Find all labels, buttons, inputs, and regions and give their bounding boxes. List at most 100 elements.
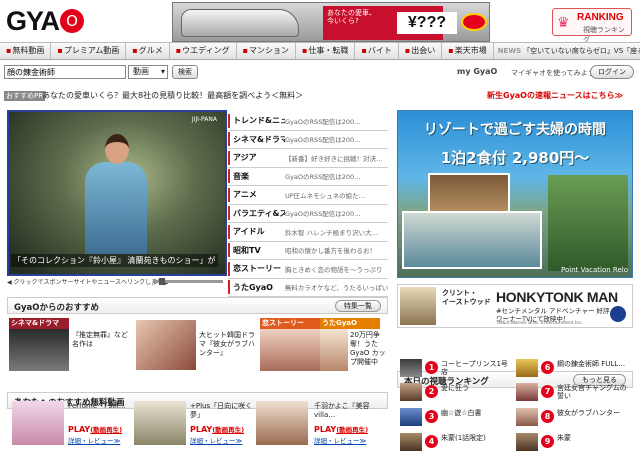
resort-bath-photo [402, 211, 542, 269]
breaking-news-link[interactable]: 新生GyaOの速報ニュースはこちら≫ [487, 90, 623, 101]
nav-job[interactable]: 仕事・転職 [296, 43, 356, 59]
recommend-card[interactable] [136, 318, 196, 372]
top-banner-ad[interactable]: あなたの愛車、 今いくら? ¥??? [172, 2, 490, 42]
mygyao-message[interactable]: マイギャオを使ってみよう [511, 68, 595, 78]
category-desc[interactable]: GyaOのRSS配信は200… [285, 171, 361, 181]
category-desc[interactable]: UP圧ムネモシュネの娘た… [285, 190, 365, 200]
video-title[interactable]: +Plus「日向に咲く夢」 [190, 402, 258, 420]
player-control-text[interactable]: ◀ クリックでスポンサーサイトやニュースへリンクします ▶ [7, 279, 170, 286]
category-desc[interactable]: 無料カラオケなど、うたるいっぱい [285, 282, 388, 292]
category-desc[interactable]: GyaOのRSS配信は200… [285, 208, 361, 218]
movie-ad[interactable]: クリント・ イーストウッド HONKYTONK MAN #センチメンタル アドベ… [397, 284, 633, 328]
rank-number: 3 [425, 410, 438, 423]
category-item[interactable]: アイドル 鈴木智 ハレンチ極まり沢い大… [228, 223, 388, 242]
player-controls: ◀ クリックでスポンサーサイトやニュースへリンクします ▶ [7, 277, 227, 287]
logo-o: O [60, 9, 85, 33]
nav-premium[interactable]: プレミアム動画 [51, 43, 127, 59]
gyao-logo[interactable]: GYA O [6, 4, 98, 38]
ranking-thumbnail [400, 359, 422, 377]
rank-number: 4 [425, 435, 438, 448]
detail-link[interactable]: 詳細・レビュー≫ [68, 435, 120, 445]
movie-actor-line2: イーストウッド [442, 298, 491, 306]
ranking-thumbnail [516, 383, 538, 401]
search-input[interactable] [4, 65, 126, 79]
category-item[interactable]: シネマ&ドラマ GyaOのRSS配信は200… [228, 131, 388, 149]
special-list-button[interactable]: 特集一覧 [335, 300, 381, 312]
login-button[interactable]: ログイン [590, 65, 634, 79]
rank-number: 2 [425, 385, 438, 398]
category-desc[interactable]: 鈴木智 ハレンチ極まり沢い大… [285, 227, 378, 237]
nav-gourmet[interactable]: グルメ [126, 43, 170, 59]
category-name: 恋ストーリー [233, 264, 281, 274]
card-text[interactable]: 20万円争奪！うたGyaO カップ開催中 [350, 331, 388, 367]
ranking-title-link[interactable]: 鋼の錬金術師 FULL… [557, 360, 627, 368]
detail-link[interactable]: 詳細・レビュー≫ [314, 435, 366, 445]
ranking-item[interactable]: 3 幽☆遊☆白書 [400, 407, 512, 427]
card-header: 恋ストーリー [260, 318, 320, 329]
category-desc[interactable]: GyaOのRSS配信は200… [285, 134, 361, 144]
ranking-title-link[interactable]: 宮廷女官チャングムの誓い [557, 384, 627, 400]
ad-question: あなたの愛車、 今いくら? [327, 9, 376, 25]
resort-ad[interactable]: リゾートで過ごす夫婦の時間 1泊2食付 2,980円〜 Point Vacati… [397, 110, 633, 278]
nav-deai[interactable]: 出会い [399, 43, 443, 59]
ranking-item[interactable]: 6 鋼の錬金術師 FULL… [516, 358, 628, 378]
volume-knob[interactable] [159, 278, 165, 285]
nav-wedding[interactable]: ウエディング [170, 43, 237, 59]
video-thumbnail[interactable] [134, 401, 186, 445]
card-image [9, 329, 69, 371]
category-desc[interactable]: 胸ときめく恋の物語を〜うっぷり [285, 264, 383, 274]
ranking-item[interactable]: 9 朱蒙 [516, 432, 628, 452]
recommend-card[interactable]: シネマ&ドラマ [9, 318, 69, 372]
mygyao-logo[interactable]: my GyaO [457, 67, 497, 76]
category-item[interactable]: バラエティ&スポーツGyaOのRSS配信は200… [228, 205, 388, 223]
nav-mansion[interactable]: マンション [237, 43, 297, 59]
card-text[interactable]: 『推定無罪』など名作は [72, 331, 128, 349]
ranking-item[interactable]: 7 宮廷女官チャングムの誓い [516, 382, 628, 402]
video-thumbnail[interactable] [256, 401, 308, 445]
video-caption: 「そのコレクション『鈴小屋』 清蘭苑きものショー」が [11, 254, 218, 267]
nav-free-video[interactable]: 無料動画 [0, 43, 52, 59]
nav-rakuten[interactable]: 楽天市場 [442, 43, 494, 59]
category-item[interactable]: 音楽 GyaOのRSS配信は200… [228, 168, 388, 186]
ranking-item[interactable]: 1 コーヒープリンス1号店 [400, 358, 512, 378]
category-item[interactable]: アジア 【新番】好き好きに挑戦！対決… [228, 149, 388, 168]
card-text[interactable]: 大ヒット韓国ドラマ『彼女がラブハンター』 [199, 331, 255, 358]
video-thumbnail[interactable] [12, 401, 64, 445]
ranking-title-link[interactable]: 愛に狂う [441, 384, 511, 392]
category-name: 音楽 [233, 171, 249, 181]
category-desc[interactable]: 昭和の懐かし番方を後わるお！ [285, 245, 376, 255]
ranking-title-link[interactable]: コーヒープリンス1号店 [441, 360, 511, 376]
resort-headline: リゾートで過ごす夫婦の時間 [423, 122, 607, 138]
recommend-title: GyaOからのおすすめ [14, 303, 99, 313]
category-desc[interactable]: 【新番】好き好きに挑戦！対決… [285, 153, 383, 163]
category-desc[interactable]: GyaOのRSS配信は200… [285, 116, 361, 126]
movie-title: HONKYTONK MAN [496, 289, 618, 305]
ranking-title-link[interactable]: 彼女がラブハンター [557, 409, 627, 417]
ranking-item[interactable]: 8 彼女がラブハンター [516, 407, 628, 427]
play-link[interactable]: PLAY(動画再生) [314, 424, 368, 434]
category-item[interactable]: 恋ストーリー 胸ときめく恋の物語を〜うっぷり [228, 260, 388, 279]
resort-brand: Point Vacation Relo [561, 266, 628, 274]
category-item[interactable]: トレンド&ニュースGyaOのRSS配信は200… [228, 112, 388, 131]
ranking-title-link[interactable]: 朱蒙(1話限定) [441, 434, 511, 442]
video-title[interactable]: 千羽かよこ『美容villa… [314, 402, 382, 420]
detail-link[interactable]: 詳細・レビュー≫ [190, 435, 242, 445]
search-type-select[interactable]: 動画 [128, 65, 168, 79]
category-item[interactable]: うたGyaO 無料カラオケなど、うたるいっぱい [228, 279, 388, 297]
pr-link[interactable]: あなたの愛車いくら？最大8社の見積り比較！最高額を調べよう＜無料＞ [42, 90, 303, 101]
ranking-title-link[interactable]: 幽☆遊☆白書 [441, 409, 511, 417]
category-item[interactable]: アニメ UP圧ムネモシュネの娘た… [228, 186, 388, 205]
video-player[interactable]: JIJI-PANA 「そのコレクション『鈴小屋』 清蘭苑きものショー」が [7, 110, 227, 276]
search-button[interactable]: 検索 [172, 65, 198, 79]
recommend-card[interactable]: 恋ストーリー [260, 318, 320, 372]
category-item[interactable]: 昭和TV 昭和の懐かし番方を後わるお！ [228, 242, 388, 260]
play-link[interactable]: PLAY(動画再生) [190, 424, 244, 434]
ranking-item[interactable]: 2 愛に狂う [400, 382, 512, 402]
ranking-button[interactable]: ♛ RANKING 視聴ランキング [552, 8, 632, 44]
nav-baito[interactable]: バイト [355, 43, 399, 59]
ranking-title-link[interactable]: 朱蒙 [557, 434, 627, 442]
video-title[interactable]: Perfume「I stil… [68, 402, 136, 411]
ranking-item[interactable]: 4 朱蒙(1話限定) [400, 432, 512, 452]
news-ticker[interactable]: NEWS「空いていない席ならゼロ」VS「座るなら代金を払 [494, 46, 640, 56]
play-link[interactable]: PLAY(動画再生) [68, 424, 122, 434]
